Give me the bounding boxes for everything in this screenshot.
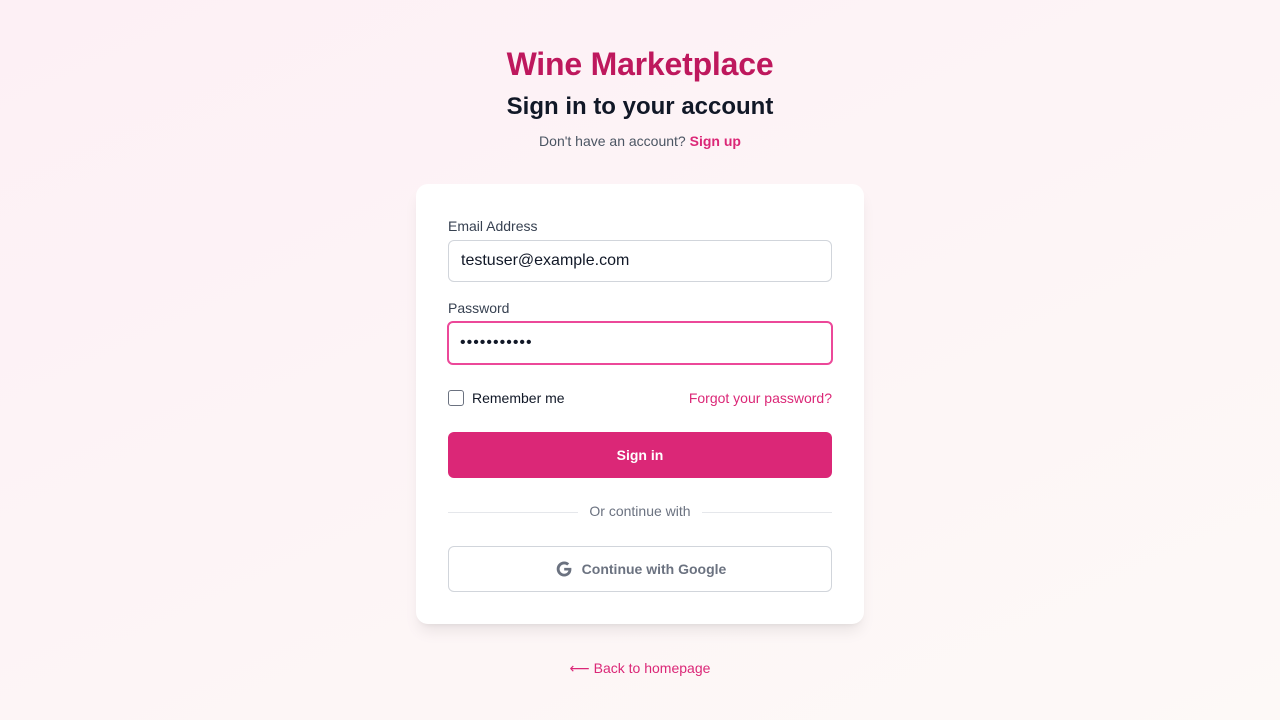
- brand-title: Wine Marketplace: [506, 46, 774, 82]
- divider-line-right: [702, 512, 832, 513]
- back-to-homepage-label: Back to homepage: [593, 660, 711, 676]
- page-title: Sign in to your account: [506, 93, 774, 120]
- remember-me-checkbox[interactable]: [448, 390, 464, 406]
- or-divider: Or continue with: [448, 503, 832, 521]
- signup-prompt-text: Don't have an account?: [539, 133, 686, 149]
- email-field[interactable]: [448, 240, 832, 282]
- sign-in-button[interactable]: Sign in: [448, 432, 832, 478]
- remember-me-label: Remember me: [472, 390, 565, 406]
- google-signin-button[interactable]: Continue with Google: [448, 546, 832, 592]
- remember-me-option[interactable]: Remember me: [448, 390, 565, 406]
- google-signin-label: Continue with Google: [581, 561, 727, 577]
- signup-prompt: Don't have an account? Sign up: [0, 133, 1280, 149]
- password-label: Password: [448, 300, 510, 316]
- forgot-password-link[interactable]: Forgot your password?: [689, 390, 832, 406]
- email-label: Email Address: [448, 218, 538, 234]
- divider-text: Or continue with: [589, 503, 691, 519]
- arrow-left-icon: ⟵: [569, 660, 590, 676]
- signup-link[interactable]: Sign up: [690, 133, 741, 149]
- password-field[interactable]: [447, 321, 833, 365]
- google-icon: [556, 561, 572, 577]
- back-to-homepage-link[interactable]: ⟵ Back to homepage: [0, 660, 1280, 677]
- signin-card: Email Address Password Remember me Forgo…: [416, 184, 864, 624]
